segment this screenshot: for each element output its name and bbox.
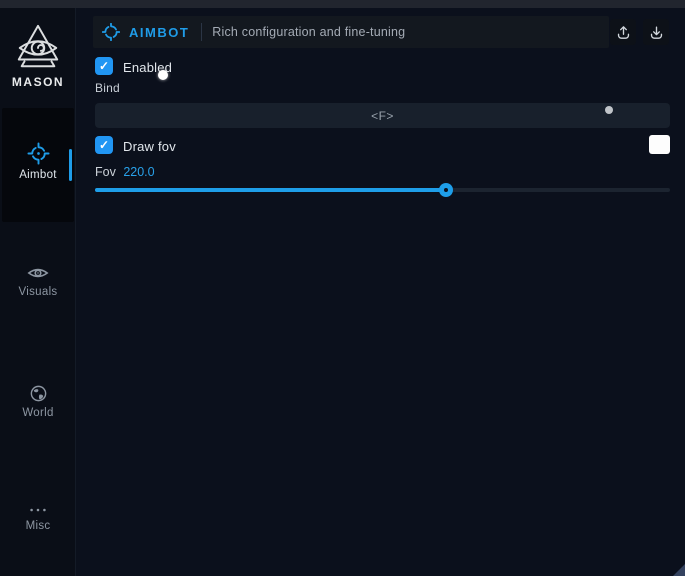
sidebar-item-visuals[interactable]: Visuals [0, 264, 76, 298]
sidebar-item-aimbot[interactable]: Aimbot [0, 142, 76, 181]
pyramid-eye-logo-icon [11, 22, 65, 72]
sidebar-item-label: Aimbot [0, 169, 76, 181]
fov-color-swatch[interactable] [649, 135, 670, 154]
crosshair-icon [27, 142, 50, 165]
sidebar-item-misc[interactable]: Misc [0, 504, 76, 532]
window-top-strip [0, 0, 685, 8]
fov-slider-fill [95, 188, 446, 192]
draw-fov-checkbox[interactable]: ✓ [95, 136, 113, 154]
upload-icon [615, 24, 632, 41]
fov-slider[interactable] [95, 188, 670, 192]
fov-value: 220.0 [123, 165, 154, 179]
check-icon: ✓ [99, 60, 109, 72]
corner-resize-accent [673, 564, 685, 576]
page-subtitle: Rich configuration and fine-tuning [212, 25, 405, 39]
sidebar-item-label: World [0, 407, 76, 419]
bind-key-value: <F> [371, 109, 394, 123]
globe-icon [29, 384, 48, 403]
drag-indicator-dot [605, 106, 613, 114]
ellipsis-icon [27, 504, 49, 516]
fov-slider-handle[interactable] [439, 183, 453, 197]
eye-icon [27, 264, 49, 282]
brand-logo: MASON [0, 22, 76, 89]
fov-readout: Fov 220.0 [95, 165, 155, 179]
mason-window: MASON Aimbot Visuals [0, 0, 685, 576]
brand-name: MASON [0, 75, 76, 89]
enabled-checkbox[interactable]: ✓ [95, 57, 113, 75]
draw-fov-label: Draw fov [123, 139, 176, 154]
download-icon [648, 24, 665, 41]
page-title: AIMBOT [129, 25, 189, 40]
sidebar-item-world[interactable]: World [0, 384, 76, 419]
bind-label: Bind [95, 81, 120, 95]
sidebar-item-label: Misc [0, 520, 76, 532]
check-icon: ✓ [99, 139, 109, 151]
sidebar-item-label: Visuals [0, 286, 76, 298]
bind-key-input[interactable]: <F> [95, 103, 670, 128]
header-divider [201, 23, 202, 41]
crosshair-icon [102, 23, 120, 41]
fov-label: Fov [95, 165, 116, 179]
sidebar: MASON Aimbot Visuals [0, 8, 76, 576]
page-header: AIMBOT Rich configuration and fine-tunin… [93, 16, 609, 48]
download-config-button[interactable] [643, 19, 669, 45]
mouse-cursor-dot [158, 70, 168, 80]
upload-config-button[interactable] [610, 19, 636, 45]
